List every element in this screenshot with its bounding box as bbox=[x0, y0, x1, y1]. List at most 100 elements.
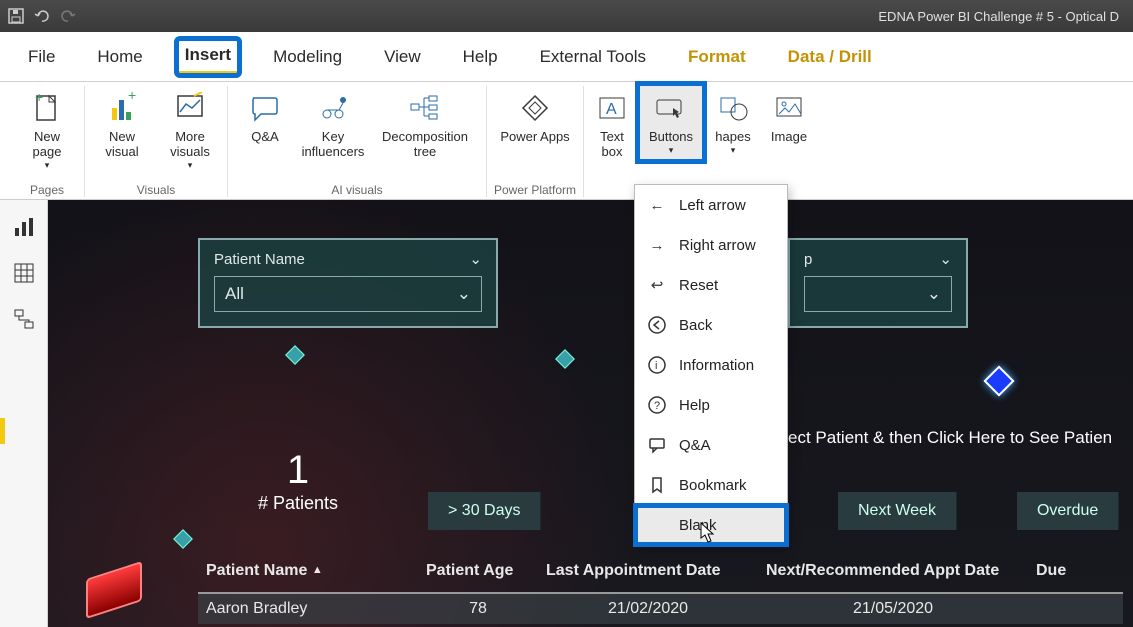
report-view-icon[interactable] bbox=[13, 216, 35, 238]
workspace: Patient Name ⌄ All ⌄ p⌄ ⌄ 1 # Patients ec… bbox=[0, 200, 1133, 627]
svg-text:A: A bbox=[606, 101, 617, 118]
decorative-diamond bbox=[173, 529, 193, 549]
decorative-diamond bbox=[983, 365, 1014, 396]
ribbon-tabs: File Home Insert Modeling View Help Exte… bbox=[0, 32, 1133, 82]
bookmark-icon bbox=[647, 475, 667, 495]
back-icon bbox=[647, 315, 667, 335]
menu-item-reset[interactable]: ↩Reset bbox=[635, 265, 787, 305]
chevron-down-icon: ⌄ bbox=[939, 250, 952, 268]
menu-item-right-arrow[interactable]: →Right arrow bbox=[635, 225, 787, 265]
save-icon[interactable] bbox=[8, 8, 24, 24]
chip-next-week[interactable]: Next Week bbox=[838, 492, 957, 530]
menu-item-qa[interactable]: Q&A bbox=[635, 425, 787, 465]
menu-item-left-arrow[interactable]: ←Left arrow bbox=[635, 185, 787, 225]
decorative-diamond bbox=[285, 345, 305, 365]
text-box-button[interactable]: A Text box bbox=[590, 86, 634, 164]
power-apps-icon bbox=[517, 90, 553, 126]
menu-item-information[interactable]: iInformation bbox=[635, 345, 787, 385]
kpi-value: 1 bbox=[258, 448, 338, 493]
tab-external-tools[interactable]: External Tools bbox=[532, 41, 654, 73]
group-powerplatform-label: Power Platform bbox=[494, 181, 576, 197]
shapes-button[interactable]: hapes ▾ bbox=[708, 86, 758, 159]
redo-icon[interactable] bbox=[60, 8, 76, 24]
model-view-icon[interactable] bbox=[13, 308, 35, 330]
ribbon: + New page ▾ Pages + New visual More vis… bbox=[0, 82, 1133, 200]
tab-view[interactable]: View bbox=[376, 41, 429, 73]
new-page-button[interactable]: + New page ▾ bbox=[16, 86, 78, 174]
menu-item-bookmark[interactable]: Bookmark bbox=[635, 465, 787, 505]
power-apps-button[interactable]: Power Apps bbox=[493, 86, 577, 149]
tab-insert[interactable]: Insert bbox=[177, 39, 239, 75]
new-visual-button[interactable]: + New visual bbox=[91, 86, 153, 164]
image-button[interactable]: Image bbox=[764, 86, 814, 149]
tab-format[interactable]: Format bbox=[680, 41, 754, 73]
chevron-down-icon: ⌄ bbox=[457, 284, 471, 304]
qa-button[interactable]: Q&A bbox=[234, 86, 296, 149]
text-icon: A bbox=[594, 90, 630, 126]
patients-table[interactable]: Patient Name ▲ Patient Age Last Appointm… bbox=[198, 556, 1123, 624]
tab-file[interactable]: File bbox=[20, 41, 63, 73]
chevron-down-icon: ▾ bbox=[188, 160, 193, 170]
key-influencers-icon bbox=[315, 90, 351, 126]
shapes-icon bbox=[715, 90, 751, 126]
image-icon bbox=[771, 90, 807, 126]
decomposition-tree-button[interactable]: Decomposition tree bbox=[370, 86, 480, 164]
kpi-caption: # Patients bbox=[258, 493, 338, 514]
group-visuals-label: Visuals bbox=[137, 181, 175, 197]
data-view-icon[interactable] bbox=[13, 262, 35, 284]
decorative-diamond bbox=[555, 349, 575, 369]
filter-chips: > 30 Days bbox=[428, 492, 541, 530]
info-icon: i bbox=[647, 355, 667, 375]
visuals-icon bbox=[172, 90, 208, 126]
buttons-dropdown-menu: ←Left arrow →Right arrow ↩Reset Back iIn… bbox=[634, 184, 788, 546]
new-page-icon: + bbox=[29, 90, 65, 126]
chevron-down-icon: ▾ bbox=[669, 145, 674, 155]
report-canvas[interactable]: Patient Name ⌄ All ⌄ p⌄ ⌄ 1 # Patients ec… bbox=[48, 200, 1133, 627]
speech-bubble-icon bbox=[247, 90, 283, 126]
svg-text:+: + bbox=[128, 92, 136, 103]
title-bar: EDNA Power BI Challenge # 5 - Optical D bbox=[0, 0, 1133, 32]
chip-30days[interactable]: > 30 Days bbox=[428, 492, 541, 530]
slicer-dropdown[interactable]: ⌄ bbox=[804, 276, 952, 312]
blank-icon bbox=[647, 515, 667, 535]
group-ai-label: AI visuals bbox=[331, 181, 382, 197]
slicer-partial[interactable]: p⌄ ⌄ bbox=[788, 238, 968, 328]
tab-help[interactable]: Help bbox=[455, 41, 506, 73]
slicer-dropdown[interactable]: All ⌄ bbox=[214, 276, 482, 312]
slicer-label: Patient Name bbox=[214, 251, 305, 268]
tab-data-drill[interactable]: Data / Drill bbox=[780, 41, 880, 73]
left-arrow-icon: ← bbox=[647, 195, 667, 215]
tree-icon bbox=[407, 90, 443, 126]
help-icon: ? bbox=[647, 395, 667, 415]
slicer-patient-name[interactable]: Patient Name ⌄ All ⌄ bbox=[198, 238, 498, 328]
sort-asc-icon: ▲ bbox=[312, 564, 323, 576]
svg-text:i: i bbox=[655, 360, 657, 372]
chevron-down-icon: ⌄ bbox=[927, 284, 941, 304]
speech-bubble-icon bbox=[647, 435, 667, 455]
button-icon bbox=[653, 90, 689, 126]
buttons-button[interactable]: Buttons ▾ bbox=[640, 86, 702, 159]
menu-item-help[interactable]: ?Help bbox=[635, 385, 787, 425]
more-visuals-button[interactable]: More visuals ▾ bbox=[159, 86, 221, 174]
chart-icon: + bbox=[104, 90, 140, 126]
mouse-cursor bbox=[700, 522, 716, 544]
group-pages-label: Pages bbox=[30, 181, 64, 197]
undo-icon[interactable] bbox=[34, 8, 50, 24]
filter-chips: Next Week Overdue bbox=[838, 492, 1119, 530]
view-switcher bbox=[0, 200, 48, 627]
key-influencers-button[interactable]: Key influencers bbox=[302, 86, 364, 164]
info-banner[interactable]: ect Patient & then Click Here to See Pat… bbox=[788, 428, 1112, 448]
reset-icon: ↩ bbox=[647, 275, 667, 295]
chevron-down-icon: ⌄ bbox=[469, 250, 482, 268]
tab-home[interactable]: Home bbox=[89, 41, 150, 73]
chevron-down-icon: ▾ bbox=[731, 145, 736, 155]
kpi-patients: 1 # Patients bbox=[258, 448, 338, 514]
table-row[interactable]: Aaron Bradley 78 21/02/2020 21/05/2020 bbox=[198, 594, 1123, 624]
svg-text:+: + bbox=[35, 92, 43, 105]
tab-modeling[interactable]: Modeling bbox=[265, 41, 350, 73]
menu-item-back[interactable]: Back bbox=[635, 305, 787, 345]
chevron-down-icon: ▾ bbox=[45, 160, 50, 170]
decorative-cube bbox=[86, 561, 142, 619]
svg-text:?: ? bbox=[654, 400, 660, 412]
chip-overdue[interactable]: Overdue bbox=[1017, 492, 1119, 530]
